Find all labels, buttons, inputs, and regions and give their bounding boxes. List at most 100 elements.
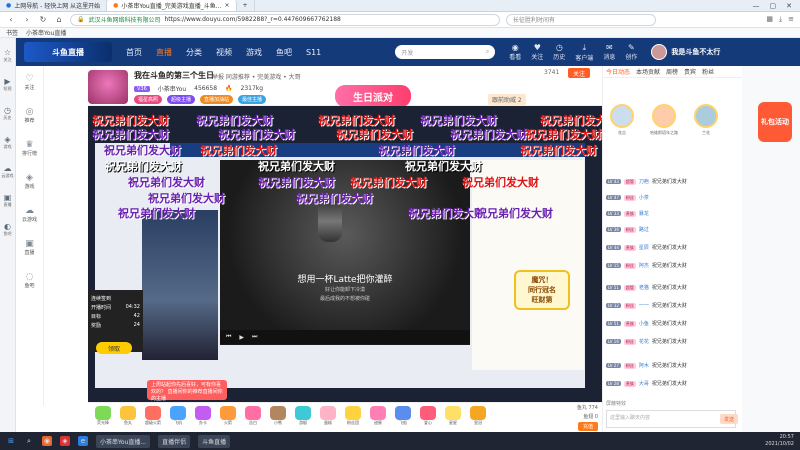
browser-search-box[interactable]: 长征胜利时间有 [506,13,656,26]
sidebar-item-follow[interactable]: ☆ 关注 [4,48,12,63]
gift-item[interactable]: 游艇 [292,405,314,430]
nav-live[interactable]: 直播 [156,47,172,58]
tab-fans[interactable]: 粉丝 [702,67,714,76]
close-icon[interactable]: ✕ [786,2,792,10]
taskbar-window[interactable]: 小茶串You直播... [96,434,151,448]
gift-item[interactable]: 甜蜜 [367,405,389,430]
browser-tab-2[interactable]: ● 小茶串You直播_完美游戏直播_斗鱼... × [107,0,237,11]
msg-user[interactable]: 老猫 [639,284,649,291]
msg-user[interactable]: 花花 [639,338,649,345]
recommend-tooltip[interactable]: 上周站起你先后喜好，可有你喜欢的？ 直播间你的推荐直播间你的主播 [147,380,227,402]
support-button[interactable]: 跟前助威 2 [488,94,526,105]
gift-item[interactable]: 飞船 [392,405,414,430]
douyu-logo[interactable]: 斗鱼直播 [24,42,112,62]
msg-user[interactable]: 星辰 [639,244,649,251]
hide-effects-toggle[interactable]: 屏蔽特效 [606,400,626,407]
gift-item[interactable]: 粉丝团 [342,405,364,430]
header-create-button[interactable]: ✎ 创作 [625,43,637,62]
gift-item[interactable]: 飞机 [167,405,189,430]
chat-input[interactable]: 这里输入聊天内容 [606,410,736,428]
sidebar-item-forum[interactable]: ◐ 鱼吧 [4,222,12,237]
gift-item[interactable]: 星星 [442,405,464,430]
msg-user[interactable]: 一一 [639,302,649,309]
douyu-sidebar-forum[interactable]: ◌ 鱼吧 [24,272,34,289]
search-icon[interactable]: ⌕ [486,48,489,56]
firefox-icon[interactable]: ◉ [42,436,52,446]
nav-home[interactable]: 首页 [126,47,142,58]
bookmark-item[interactable]: 小茶串You直播 [26,28,66,37]
gift-item[interactable]: 超级火箭 [142,405,164,430]
maximize-icon[interactable]: ▢ [770,2,777,10]
msg-user[interactable]: 大哥 [639,380,649,387]
sidebar-item-video[interactable]: ▶ 短视 [4,77,12,92]
douyu-sidebar-rank[interactable]: ♛ 排行榜 [22,140,37,157]
windows-start-icon[interactable]: ⊞ [6,436,16,446]
gift-item[interactable]: 鱼丸 [117,405,139,430]
tab-today[interactable]: 今日动态 [606,67,630,76]
header-message-button[interactable]: ✉ 消息 [603,43,615,62]
tab-vip[interactable]: 贵宾 [684,67,696,76]
search-icon[interactable]: ⌕ [24,436,34,446]
user-menu[interactable]: 我是斗鱼不太行 [651,44,720,60]
send-button[interactable]: 发送 [720,414,738,424]
task-claim-button[interactable]: 领取 [96,342,132,354]
douyu-sidebar-cloud[interactable]: ☁ 云游戏 [22,206,37,223]
browser-icon[interactable]: e [78,436,88,446]
room-tag[interactable]: 直播加油站 [200,95,234,104]
browser-tab-1[interactable]: ● 上网导航 - 轻快上网 从这里开始 [0,0,108,11]
promo-badge[interactable]: 礼包活动 [758,102,792,142]
sidebar-item-game[interactable]: ◈ 游戏 [4,135,12,150]
charge-button[interactable]: 充值 [577,422,598,431]
rank-user[interactable]: 花吉 [610,104,634,136]
msg-user[interactable]: 小茶 [639,194,649,201]
douyu-sidebar-recommend[interactable]: ◎ 推荐 [24,107,34,124]
refresh-icon[interactable]: ↻ [38,15,48,24]
menu-icon[interactable]: ≡ [788,15,794,24]
sidebar-item-cloud-game[interactable]: ☁ 云游戏 [2,164,14,179]
msg-user[interactable]: 刀疤 [639,178,649,185]
anchor-name[interactable]: 小茶串You [158,84,186,93]
gift-item[interactable]: 荧光棒 [92,405,114,430]
forward-icon[interactable]: › [22,15,32,24]
msg-user[interactable]: 阿木 [639,362,649,369]
gift-item[interactable]: 爱心 [417,405,439,430]
gift-item[interactable]: 蛋糕 [317,405,339,430]
header-history-button[interactable]: ◷ 历史 [553,43,565,62]
douyu-sidebar-live[interactable]: ▣ 直播 [24,239,34,256]
back-icon[interactable]: ‹ [6,15,16,24]
anchor-avatar[interactable] [88,70,128,104]
sidebar-item-live[interactable]: ▣ 直播 [4,193,12,208]
download-icon[interactable]: ⤓ [779,15,782,24]
extension-icon[interactable]: ▦ [766,15,773,24]
bookmark-item[interactable]: 书签 [6,28,18,37]
tab-contribution[interactable]: 本场贡献 [636,67,660,76]
address-bar[interactable]: 🔒 武汉斗鱼网络科技有限公司 https://www.douyu.com/598… [70,13,500,26]
header-follow-button[interactable]: ♥ 关注 [531,43,543,62]
app-icon[interactable]: ◈ [60,436,70,446]
nav-forum[interactable]: 鱼吧 [276,47,292,58]
tab-week[interactable]: 周榜 [666,67,678,76]
nav-video[interactable]: 视频 [216,47,232,58]
header-client-button[interactable]: ⤓ 客户端 [575,43,593,62]
minimize-icon[interactable]: — [753,2,760,10]
new-tab-button[interactable]: + [237,0,255,11]
taskbar-window[interactable]: 斗鱼直播 [198,434,231,448]
close-tab-icon[interactable]: × [224,2,229,9]
room-tag[interactable]: 福星高照 [134,95,163,104]
header-watch-button[interactable]: ◉ 看看 [509,43,521,62]
msg-user[interactable]: 暴龙 [639,210,649,217]
birthday-banner[interactable]: 生日派对 [335,85,411,107]
nav-game[interactable]: 游戏 [246,47,262,58]
gift-item[interactable]: 告白 [242,405,264,430]
sidebar-item-history[interactable]: ◷ 历史 [4,106,12,121]
msg-user[interactable]: 小鱼 [639,320,649,327]
follow-button[interactable]: 关注 [568,68,590,78]
gift-item[interactable]: 办卡 [192,405,214,430]
gift-item[interactable]: 火箭 [217,405,239,430]
gift-item[interactable]: 小熊 [267,405,289,430]
douyu-sidebar-follow[interactable]: ♡ 关注 [24,74,34,91]
room-tag[interactable]: 超级主播 [167,95,196,104]
system-clock[interactable]: 20:57 2021/10/02 [765,434,794,448]
room-tag[interactable]: 最佳主播 [238,95,267,104]
taskbar-window[interactable]: 直播伴侣 [158,434,191,448]
